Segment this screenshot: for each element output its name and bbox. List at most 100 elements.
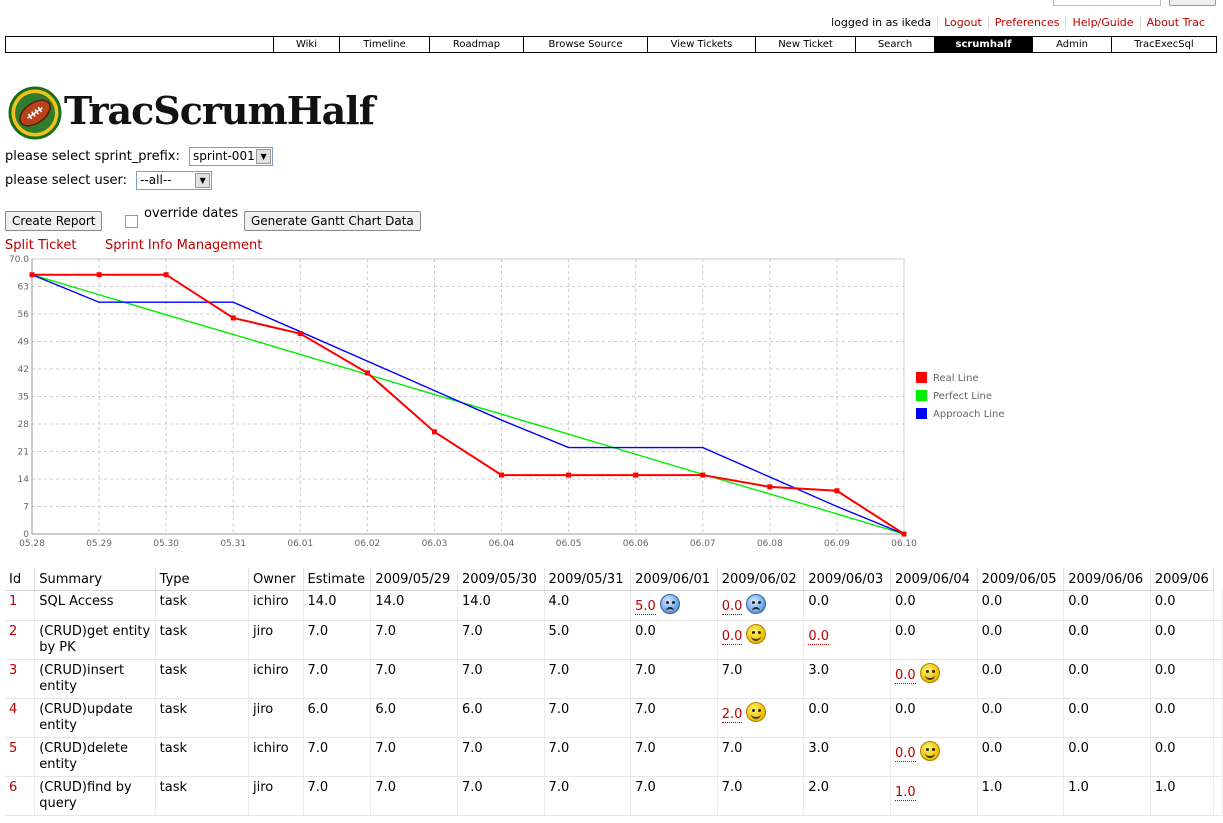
nav-admin[interactable]: Admin — [1032, 37, 1111, 52]
remaining-hours-cell[interactable]: 0.0 — [890, 737, 978, 777]
remaining-hours-cell: 1.0 — [977, 776, 1065, 816]
column-header[interactable]: 2009/06/06 — [1063, 568, 1151, 591]
remaining-hours-value: 6.0 — [375, 701, 397, 717]
ticket-id-link[interactable]: 3 — [5, 659, 36, 699]
column-header[interactable]: Estimate — [303, 568, 372, 591]
about-trac-link[interactable]: About Trac — [1139, 16, 1211, 29]
sad-face-icon — [746, 593, 767, 614]
remaining-hours-cell: 0.0 — [1063, 698, 1151, 738]
search-input[interactable] — [1053, 0, 1161, 6]
search-button[interactable] — [1169, 0, 1216, 6]
nav-wiki[interactable]: Wiki — [273, 37, 339, 52]
remaining-hours-cell[interactable]: 0.0 — [803, 620, 891, 660]
remaining-hours-value: 0.0 — [1154, 662, 1176, 678]
sprint-prefix-select[interactable]: sprint-001 ▼ — [189, 147, 274, 166]
nav-view-tickets[interactable]: View Tickets — [647, 37, 755, 52]
remaining-hours-value[interactable]: 1.0 — [894, 784, 916, 801]
column-header[interactable]: Summary — [34, 568, 156, 591]
ticket-id-link[interactable]: 1 — [5, 590, 36, 621]
nav-roadmap[interactable]: Roadmap — [429, 37, 523, 52]
plot-area — [31, 258, 905, 535]
remaining-hours-value: 7.0 — [375, 740, 397, 756]
ticket-summary: (CRUD)find by query — [34, 776, 156, 816]
remaining-hours-cell: 0.0 — [977, 659, 1065, 699]
remaining-hours-value[interactable]: 0.0 — [721, 598, 743, 615]
column-header[interactable]: 2009/05/29 — [370, 568, 458, 591]
remaining-hours-value[interactable]: 5.0 — [635, 598, 656, 615]
remaining-hours-cell[interactable]: 0.0 — [717, 620, 805, 660]
remaining-hours-value: 7.0 — [375, 623, 397, 639]
data-point-real-line — [29, 272, 35, 278]
column-header[interactable]: Owner — [248, 568, 304, 591]
remaining-hours-cell: 7.0 — [717, 776, 805, 816]
ticket-id-link[interactable]: 6 — [5, 776, 36, 816]
ticket-estimate: 7.0 — [303, 620, 372, 660]
sprint-prefix-row: please select sprint_prefix: sprint-001 … — [5, 147, 274, 166]
column-header[interactable]: 2009/05/30 — [457, 568, 545, 591]
remaining-hours-value: 0.0 — [1154, 623, 1176, 639]
ticket-id-link[interactable]: 4 — [5, 698, 36, 738]
column-header[interactable]: Type — [155, 568, 249, 591]
table-header: Id Summary Type Owner Estimate 2009/05/29 2009… — [5, 568, 1223, 591]
remaining-hours-cell[interactable]: 0.0 — [890, 659, 978, 699]
remaining-hours-cell: 7.0 — [370, 620, 458, 660]
create-report-button[interactable]: Create Report — [5, 211, 103, 231]
remaining-hours-cell — [1213, 659, 1223, 699]
nav-new-ticket[interactable]: New Ticket — [755, 37, 855, 52]
remaining-hours-cell: 0.0 — [1150, 698, 1215, 738]
column-header[interactable]: 2009/06/01 — [630, 568, 718, 591]
nav-scrumhalf[interactable]: scrumhalf — [934, 37, 1032, 52]
x-tick-label: 06.07 — [690, 539, 716, 549]
chart-grid — [31, 258, 905, 535]
x-tick-label: 06.10 — [891, 539, 917, 549]
remaining-hours-value[interactable]: 0.0 — [808, 628, 830, 645]
remaining-hours-value: 0.0 — [981, 701, 1003, 717]
nav-timeline[interactable]: Timeline — [339, 37, 429, 52]
remaining-hours-value[interactable]: 0.0 — [894, 667, 916, 684]
preferences-link[interactable]: Preferences — [987, 16, 1066, 29]
column-header[interactable]: Id — [5, 568, 36, 591]
nav-browse-source[interactable]: Browse Source — [523, 37, 647, 52]
remaining-hours-cell[interactable]: 0.0 — [717, 590, 805, 621]
user-select[interactable]: --all-- ▼ — [136, 171, 213, 190]
remaining-hours-cell[interactable]: 2.0 — [717, 698, 805, 738]
remaining-hours-value: 0.0 — [981, 662, 1003, 678]
remaining-hours-cell: 0.0 — [977, 620, 1065, 660]
help-guide-link[interactable]: Help/Guide — [1065, 16, 1139, 29]
column-header[interactable]: 2009/06 — [1150, 568, 1215, 591]
remaining-hours-value[interactable]: 2.0 — [721, 706, 743, 723]
smiley-face-icon — [746, 623, 767, 644]
column-header[interactable]: 2009/06/05 — [977, 568, 1065, 591]
nav-tracexecsql[interactable]: TracExecSql — [1111, 37, 1216, 52]
remaining-hours-cell: 6.0 — [457, 698, 545, 738]
remaining-hours-value: 5.0 — [548, 623, 570, 639]
override-dates-checkbox[interactable] — [125, 215, 138, 228]
column-header[interactable]: 2009/05/31 — [544, 568, 632, 591]
remaining-hours-cell: 0.0 — [977, 590, 1065, 621]
logout-link[interactable]: Logout — [937, 16, 988, 29]
column-header[interactable]: 2009/06/04 — [890, 568, 978, 591]
generate-gantt-button[interactable]: Generate Gantt Chart Data — [244, 211, 421, 231]
x-tick-label: 06.09 — [824, 539, 850, 549]
x-tick-label: 06.06 — [623, 539, 649, 549]
data-point-real-line — [364, 370, 370, 376]
data-point-real-line — [633, 472, 639, 478]
table-row: 5 (CRUD)delete entity task ichiro 7.0 7.0 7.0 7… — [5, 737, 1223, 777]
column-header[interactable]: 2009/06/02 — [717, 568, 805, 591]
remaining-hours-value: 0.0 — [1068, 593, 1089, 609]
remaining-hours-cell: 7.0 — [370, 737, 458, 777]
table-row: 1 SQL Access task ichiro 14.0 14.0 14.0 4.0 5.0 0… — [5, 590, 1223, 621]
remaining-hours-value: 6.0 — [461, 701, 483, 717]
remaining-hours-cell: 0.0 — [630, 620, 718, 660]
ticket-id-link[interactable]: 2 — [5, 620, 36, 660]
remaining-hours-value[interactable]: 0.0 — [721, 628, 743, 645]
remaining-hours-cell: 0.0 — [890, 590, 978, 621]
remaining-hours-cell[interactable]: 5.0 — [630, 590, 718, 621]
nav-search[interactable]: Search — [855, 37, 934, 52]
data-point-real-line — [834, 488, 840, 494]
remaining-hours-cell[interactable]: 1.0 — [890, 776, 978, 816]
legend-swatch-perfect-line — [916, 390, 927, 401]
ticket-id-link[interactable]: 5 — [5, 737, 36, 777]
column-header[interactable]: 2009/06/03 — [803, 568, 891, 591]
remaining-hours-value[interactable]: 0.0 — [894, 745, 916, 762]
